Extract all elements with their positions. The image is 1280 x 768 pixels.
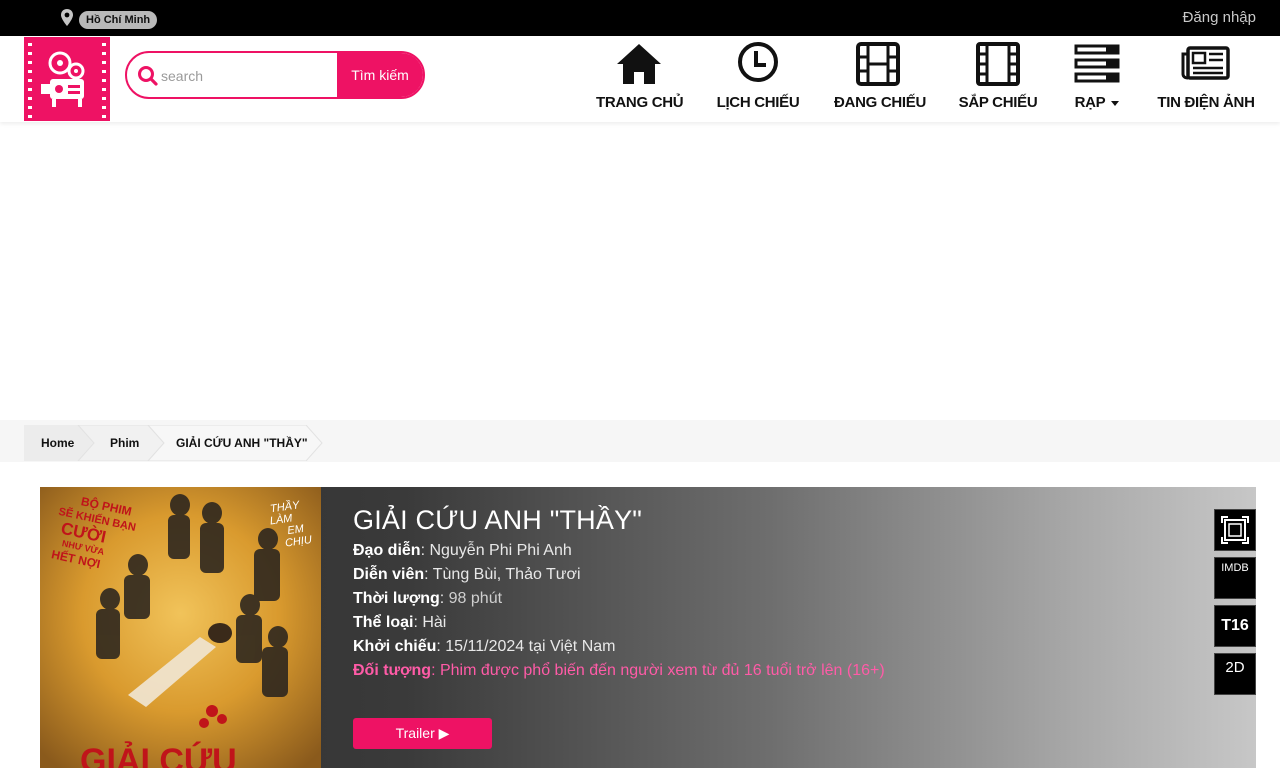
nav-cinemas-text: RẠP: [1074, 94, 1106, 111]
cinema-list-icon: [1074, 44, 1120, 83]
imdb-badge: IMDB: [1214, 557, 1256, 599]
age-rating-badge: T16: [1214, 605, 1256, 647]
breadcrumb: Home Phim GIẢI CỨU ANH "THẦY": [0, 420, 1280, 462]
nav-coming-soon[interactable]: SẮP CHIẾU: [956, 40, 1040, 116]
nav-home-label: TRANG CHỦ: [596, 94, 684, 111]
movie-genre: Thể loại: Hài: [353, 614, 447, 631]
chevron-down-icon: [1111, 100, 1120, 106]
cast-label: Diễn viên: [353, 566, 425, 583]
newspaper-icon: [1181, 46, 1230, 80]
nav-schedule[interactable]: LỊCH CHIẾU: [716, 40, 800, 116]
login-link[interactable]: Đăng nhập: [1183, 9, 1256, 26]
poster-art: BỘ PHIM SẼ KHIẾN BẠN CƯỜI NHƯ VỪA HẾT NỢ…: [40, 487, 321, 768]
home-icon: [617, 44, 661, 84]
nav-coming-soon-label: SẮP CHIẾU: [958, 94, 1038, 111]
movie-info: GIẢI CỨU ANH "THẦY" Đạo diễn: Nguyễn Phi…: [353, 505, 885, 680]
location-pin-icon: [61, 9, 73, 26]
cast-value: Tùng Bùi, Thảo Tươi: [432, 566, 581, 583]
nav-now-showing-label: ĐANG CHIẾU: [834, 94, 927, 111]
movie-duration: Thời lượng: 98 phút: [353, 590, 503, 607]
clock-icon: [738, 42, 778, 82]
trailer-button[interactable]: Trailer ▶: [353, 718, 492, 749]
nav-cinemas-label: RẠP: [1070, 94, 1124, 111]
movie-cast: Diễn viên: Tùng Bùi, Thảo Tươi: [353, 566, 581, 583]
nav-news-label: TIN ĐIỆN ẢNH: [1157, 94, 1255, 111]
duration-value: 98 phút: [448, 590, 503, 607]
audience-value: Phim được phổ biến đến người xem từ đủ 1…: [439, 662, 885, 679]
release-label: Khởi chiếu: [353, 638, 437, 655]
duration-label: Thời lượng: [353, 590, 440, 607]
breadcrumb-home[interactable]: Home: [41, 426, 74, 460]
breadcrumb-phim[interactable]: Phim: [110, 426, 139, 460]
movie-poster[interactable]: BỘ PHIM SẼ KHIẾN BẠN CƯỜI NHƯ VỪA HẾT NỢ…: [40, 487, 321, 768]
movie-title: GIẢI CỨU ANH "THẦY": [353, 505, 643, 535]
search-button[interactable]: Tìm kiếm: [337, 53, 423, 97]
search-input[interactable]: [161, 64, 336, 88]
site-header: Tìm kiếm TRANG CHỦ LỊCH CHIẾU ĐANG CHIẾU: [0, 36, 1280, 122]
movie-detail-panel: BỘ PHIM SẼ KHIẾN BẠN CƯỜI NHƯ VỪA HẾT NỢ…: [40, 487, 1256, 768]
audience-label: Đối tượng: [353, 662, 432, 679]
breadcrumb-current: GIẢI CỨU ANH "THẦY": [176, 436, 308, 450]
movie-release: Khởi chiếu: 15/11/2024 tại Việt Nam: [353, 638, 616, 655]
format-badge: 2D: [1214, 653, 1256, 695]
film-projector-icon: [28, 43, 106, 118]
movie-director: Đạo diễn: Nguyễn Phi Phi Anh: [353, 542, 572, 559]
genre-value: Hài: [422, 614, 447, 631]
site-logo[interactable]: [24, 37, 110, 121]
location-badge[interactable]: Hồ Chí Minh: [79, 11, 158, 29]
nav-news[interactable]: TIN ĐIỆN ẢNH: [1156, 40, 1256, 116]
movie-audience: Đối tượng: Phim được phổ biến đến người …: [353, 662, 885, 679]
nav-home[interactable]: TRANG CHỦ: [596, 40, 684, 116]
director-value: Nguyễn Phi Phi Anh: [429, 542, 572, 559]
top-bar: Hồ Chí Minh Đăng nhập: [0, 0, 1280, 36]
poster-title-art: GIẢI CỨU: [80, 742, 237, 768]
location-selector[interactable]: Hồ Chí Minh: [59, 7, 158, 29]
nav-schedule-label: LỊCH CHIẾU: [716, 94, 800, 111]
genre-label: Thể loại: [353, 614, 414, 631]
director-label: Đạo diễn: [353, 542, 421, 559]
nav-cinemas[interactable]: RẠP: [1070, 40, 1124, 116]
screen-icon: [1221, 516, 1249, 544]
nav-now-showing[interactable]: ĐANG CHIẾU: [834, 40, 927, 116]
film-icon: [976, 42, 1020, 86]
fullscreen-badge[interactable]: [1214, 509, 1256, 551]
film-strip-icon: [856, 42, 900, 86]
search-icon: [138, 66, 158, 86]
search-box: Tìm kiếm: [125, 51, 425, 99]
release-value: 15/11/2024 tại Việt Nam: [445, 638, 616, 655]
